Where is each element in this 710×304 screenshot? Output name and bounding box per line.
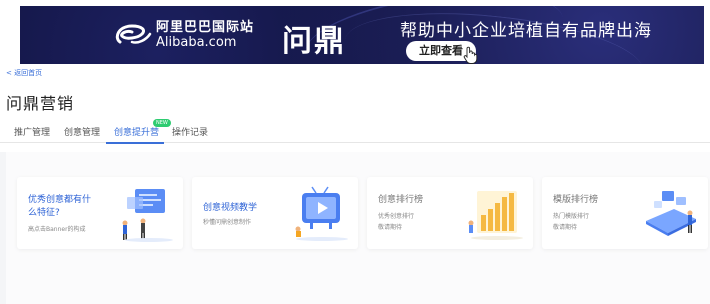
logo-cn-text: 阿里巴巴国际站 [156,20,255,35]
card-coming-soon: 敬请期待 [553,224,578,231]
active-tab-indicator [106,142,164,144]
video-tv-illustration-icon [288,185,352,243]
banner-slogan: 帮助中小企业培植自有品牌出海 [400,21,652,41]
card-title-line2: 么特征? [28,208,60,218]
banner-brand-title: 问鼎 [282,24,346,59]
pointer-hand-icon [462,46,478,64]
logo-en-text: Alibaba.com [156,35,237,50]
tab-creative-improvement-camp[interactable]: 创意提升营 [114,125,159,138]
card-title: 优秀创意都有什 [28,195,92,205]
presentation-illustration-icon [113,185,177,243]
bar-chart-illustration-icon [463,185,527,243]
card-title: 模版排行榜 [553,195,599,205]
phone-template-illustration-icon [638,185,702,243]
card-subtitle: 高点击Banner的构成 [28,226,86,233]
card-title: 创意视频教学 [203,203,258,213]
tab-operation-log[interactable]: 操作记录 [172,125,208,138]
tab-creative-management[interactable]: 创意管理 [64,125,100,138]
new-badge: NEW [153,119,171,127]
card-template-ranking[interactable]: 模版排行榜 热门模版排行 敬请期待 [542,177,708,249]
content-area: 优秀创意都有什 么特征? 高点击Banner的构成 创意视频教学 秒懂问鼎创意制… [0,152,710,304]
card-creative-video-tutorial[interactable]: 创意视频教学 秒懂问鼎创意制作 [192,177,358,249]
back-to-home-link[interactable]: < 返回首页 [6,68,42,78]
content-panel: 优秀创意都有什 么特征? 高点击Banner的构成 创意视频教学 秒懂问鼎创意制… [6,152,710,304]
alibaba-logo-icon [112,20,152,50]
card-title: 创意排行榜 [378,195,424,205]
tab-bar: 推广管理 创意管理 创意提升营 操作记录 [0,123,710,144]
tab-promotion-management[interactable]: 推广管理 [14,125,50,138]
promo-banner[interactable]: 阿里巴巴国际站 Alibaba.com 问鼎 帮助中小企业培植自有品牌出海 立即… [20,6,704,64]
page-title: 问鼎营销 [6,94,75,113]
card-subtitle: 秒懂问鼎创意制作 [203,219,252,226]
card-coming-soon: 敬请期待 [378,224,403,231]
card-subtitle: 优秀创意排行 [378,213,415,220]
card-creative-features[interactable]: 优秀创意都有什 么特征? 高点击Banner的构成 [17,177,183,249]
alibaba-logo: 阿里巴巴国际站 Alibaba.com [112,20,254,50]
card-subtitle: 热门模版排行 [553,213,590,220]
card-creative-ranking[interactable]: 创意排行榜 优秀创意排行 敬请期待 [367,177,533,249]
